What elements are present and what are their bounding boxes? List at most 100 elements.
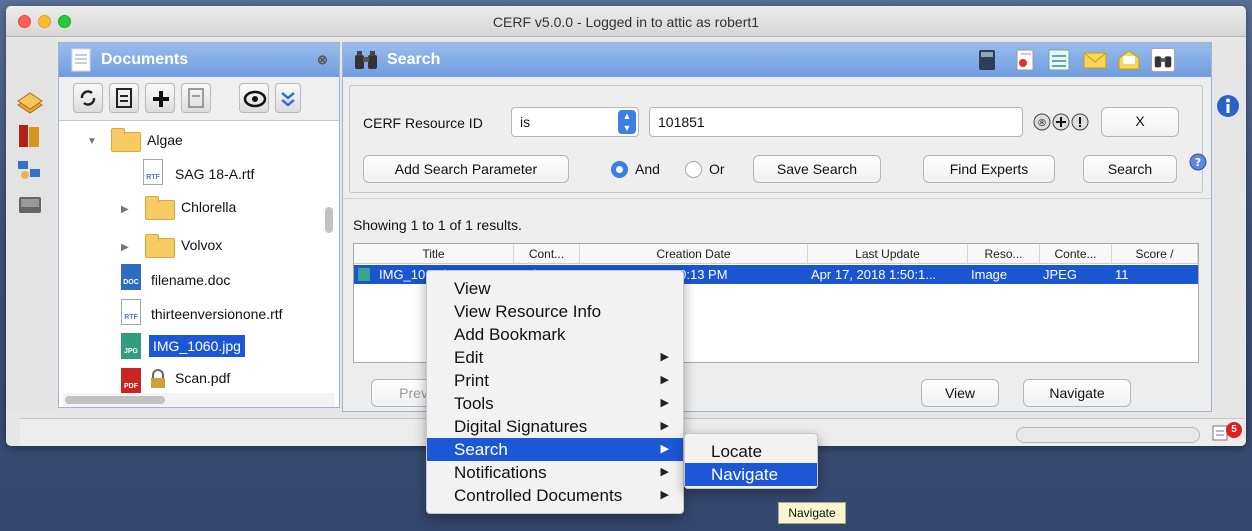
- exclamation-circle-icon[interactable]: [1071, 113, 1089, 131]
- menu-item-label: Controlled Documents: [454, 486, 623, 505]
- submenu-item-locate[interactable]: Locate: [685, 440, 817, 463]
- menu-item-digital-signatures[interactable]: Digital Signatures ▶: [427, 415, 683, 438]
- document-gray-icon: [188, 88, 204, 108]
- splitter[interactable]: [343, 198, 1211, 199]
- menu-item-edit[interactable]: Edit ▶: [427, 346, 683, 369]
- or-label[interactable]: Or: [709, 161, 725, 177]
- tree-item-sag-18-a[interactable]: SAG 18-A.rtf: [175, 166, 254, 182]
- add-button[interactable]: [145, 83, 175, 113]
- submenu-arrow-icon: ▶: [660, 489, 669, 501]
- column-header-content[interactable]: Conte...: [1040, 244, 1112, 264]
- tree-item-algae[interactable]: Algae: [147, 132, 183, 148]
- book-icon[interactable]: [975, 48, 999, 72]
- column-header-last-update[interactable]: Last Update: [808, 244, 968, 264]
- menu-item-label: Notifications: [454, 463, 547, 482]
- column-header-resource[interactable]: Reso...: [968, 244, 1040, 264]
- books-icon[interactable]: [16, 123, 44, 149]
- info-icon[interactable]: [1216, 94, 1240, 118]
- horizontal-scrollbar[interactable]: [63, 393, 335, 407]
- binoculars-icon[interactable]: [1151, 48, 1175, 72]
- cell-resource: Image: [971, 267, 1008, 282]
- column-header-score[interactable]: Score /: [1112, 244, 1198, 264]
- search-value-field[interactable]: 101851: [649, 107, 1023, 137]
- preview-button[interactable]: [239, 83, 269, 113]
- operator-select[interactable]: is ▲ ▼: [511, 107, 639, 137]
- menu-item-print[interactable]: Print ▶: [427, 369, 683, 392]
- search-button[interactable]: Search: [1083, 155, 1177, 183]
- table-header: Title Cont... Creation Date Last Update …: [354, 244, 1198, 264]
- rtf-file-icon: RTF: [143, 159, 163, 185]
- menu-item-label: Digital Signatures: [454, 417, 588, 436]
- svg-text:?: ?: [1195, 156, 1201, 169]
- collapse-arrow-icon[interactable]: ▶: [121, 204, 129, 215]
- close-panel-icon[interactable]: ⊗: [317, 52, 328, 68]
- column-header-title[interactable]: Title: [354, 244, 514, 264]
- menu-item-label: Edit: [454, 348, 484, 367]
- collapse-arrow-icon[interactable]: ▶: [121, 242, 129, 253]
- add-search-parameter-button[interactable]: Add Search Parameter: [363, 155, 569, 183]
- regex-icon[interactable]: ®: [1033, 113, 1051, 131]
- vertical-scrollbar-thumb[interactable]: [325, 207, 333, 233]
- tree-item-chlorella[interactable]: Chlorella: [181, 199, 236, 215]
- new-document-button[interactable]: [109, 83, 139, 113]
- navigate-button[interactable]: Navigate: [1023, 379, 1131, 407]
- tooltip: Navigate: [778, 502, 846, 524]
- svg-text:®: ®: [1037, 118, 1047, 129]
- submenu-arrow-icon: ▶: [660, 420, 669, 432]
- notification-badge: 5: [1226, 422, 1242, 438]
- doc-file-icon: DOC: [121, 264, 141, 290]
- documents-toolbar: [59, 77, 339, 121]
- or-radio[interactable]: [685, 161, 702, 178]
- new-document-icon: [116, 88, 132, 108]
- search-submenu: Locate Navigate: [684, 433, 818, 489]
- document-disabled-button[interactable]: [181, 83, 211, 113]
- menu-item-search[interactable]: Search ▶: [427, 438, 683, 461]
- folder-icon: [145, 196, 175, 220]
- and-label[interactable]: And: [635, 161, 660, 177]
- open-mail-icon[interactable]: [1117, 48, 1141, 72]
- mail-icon[interactable]: [1083, 48, 1107, 72]
- tree-item-filename-doc[interactable]: filename.doc: [151, 272, 230, 288]
- clear-parameter-button[interactable]: X: [1101, 107, 1179, 137]
- tree-item-scan-pdf[interactable]: Scan.pdf: [175, 370, 230, 386]
- view-button[interactable]: View: [921, 379, 999, 407]
- column-header-creation-date[interactable]: Creation Date: [580, 244, 808, 264]
- search-title: Search: [387, 51, 441, 68]
- document-ribbon-icon[interactable]: [1013, 48, 1037, 72]
- list-icon[interactable]: [1047, 48, 1071, 72]
- menu-item-add-bookmark[interactable]: Add Bookmark: [427, 323, 683, 346]
- submenu-item-navigate[interactable]: Navigate: [685, 463, 817, 486]
- plus-circle-icon[interactable]: [1052, 113, 1070, 131]
- field-label: CERF Resource ID: [363, 115, 483, 131]
- column-header-contact[interactable]: Cont...: [514, 244, 580, 264]
- expand-arrow-icon[interactable]: ▼: [87, 136, 97, 147]
- and-radio-selected[interactable]: [611, 161, 628, 178]
- drive-icon[interactable]: [16, 191, 44, 217]
- documents-stack-icon[interactable]: [16, 91, 44, 117]
- menu-item-label: Search: [454, 440, 508, 459]
- cell-score: 11: [1115, 267, 1129, 282]
- help-icon[interactable]: ?: [1189, 153, 1207, 171]
- submenu-arrow-icon: ▶: [660, 443, 669, 455]
- find-experts-button[interactable]: Find Experts: [923, 155, 1055, 183]
- save-search-button[interactable]: Save Search: [753, 155, 881, 183]
- menu-item-controlled-documents[interactable]: Controlled Documents ▶: [427, 484, 683, 507]
- folder-icon: [111, 128, 141, 152]
- tree-item-volvox[interactable]: Volvox: [181, 237, 222, 253]
- horizontal-scrollbar-thumb[interactable]: [65, 396, 165, 404]
- cell-last-update: Apr 17, 2018 1:50:1...: [811, 267, 937, 282]
- left-toolbar: [6, 37, 56, 410]
- more-button[interactable]: [275, 83, 301, 113]
- menu-item-tools[interactable]: Tools ▶: [427, 392, 683, 415]
- tree-item-thirteenversionone[interactable]: thirteenversionone.rtf: [151, 306, 283, 322]
- menu-item-notifications[interactable]: Notifications ▶: [427, 461, 683, 484]
- tree-item-img-1060-selected[interactable]: IMG_1060.jpg: [149, 335, 245, 357]
- menu-item-view[interactable]: View: [427, 277, 683, 300]
- refresh-button[interactable]: [73, 83, 103, 113]
- rtf-file-icon: RTF: [121, 299, 141, 325]
- documents-panel: Documents ⊗ ▼ Algae RTF SAG 18-A.rtf ▶ C…: [58, 42, 340, 408]
- cell-content: JPEG: [1043, 267, 1077, 282]
- menu-item-label: Tools: [454, 394, 494, 413]
- menu-item-view-resource-info[interactable]: View Resource Info: [427, 300, 683, 323]
- organization-icon[interactable]: [16, 157, 44, 183]
